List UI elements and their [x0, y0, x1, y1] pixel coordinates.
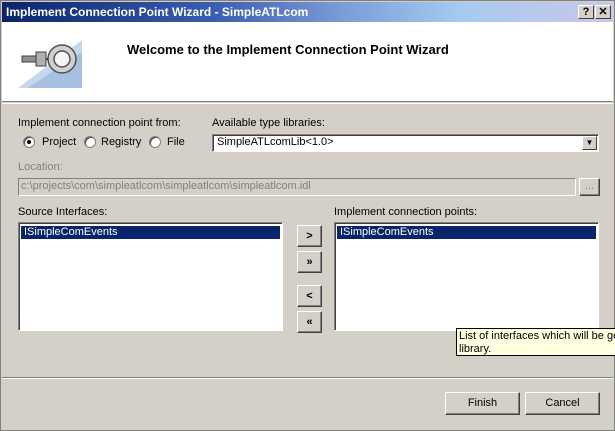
title-bar[interactable]: Implement Connection Point Wizard - Simp… — [2, 2, 613, 22]
typelibs-value: SimpleATLcomLib<1.0> — [217, 136, 334, 148]
radio-project[interactable] — [23, 136, 35, 148]
implement-from-label: Implement connection point from: — [18, 117, 181, 129]
close-button[interactable]: ✕ — [595, 5, 611, 19]
location-field: c:\projects\com\simpleatlcom\simpleatlco… — [18, 178, 576, 196]
window-title: Implement Connection Point Wizard - Simp… — [6, 5, 309, 19]
radio-project-label[interactable]: Project — [42, 136, 76, 148]
finish-button[interactable]: Finish — [445, 392, 520, 415]
radio-file[interactable] — [149, 136, 161, 148]
browse-button: ... — [579, 178, 600, 196]
radio-registry-label[interactable]: Registry — [101, 136, 141, 148]
welcome-heading: Welcome to the Implement Connection Poin… — [127, 42, 449, 57]
add-all-button[interactable]: » — [297, 251, 322, 273]
header-divider — [2, 103, 613, 104]
remove-button[interactable]: < — [297, 285, 322, 307]
source-interfaces-label: Source Interfaces: — [18, 206, 108, 218]
radio-registry[interactable] — [84, 136, 96, 148]
location-label: Location: — [18, 161, 63, 173]
typelibs-dropdown[interactable]: SimpleATLcomLib<1.0> ▼ — [212, 134, 599, 152]
wizard-dialog: Implement Connection Point Wizard - Simp… — [0, 0, 615, 431]
source-interface-item[interactable]: ISimpleComEvents — [21, 226, 280, 239]
implement-points-label: Implement connection points: — [334, 206, 478, 218]
typelibs-label: Available type libraries: — [212, 117, 325, 129]
implement-point-item[interactable]: ISimpleComEvents — [337, 226, 596, 239]
location-value: c:\projects\com\simpleatlcom\simpleatlco… — [21, 180, 311, 192]
tooltip-line-2: library. — [459, 343, 492, 355]
wizard-plug-icon — [18, 32, 82, 88]
wizard-header: Welcome to the Implement Connection Poin… — [2, 22, 613, 102]
tooltip: List of interfaces which will be ge libr… — [456, 328, 615, 356]
footer-separator — [2, 377, 613, 379]
help-button[interactable]: ? — [578, 5, 594, 19]
implement-points-list[interactable]: ISimpleComEvents — [334, 222, 599, 331]
tooltip-line-1: List of interfaces which will be ge — [459, 330, 615, 342]
source-interfaces-list[interactable]: ISimpleComEvents — [18, 222, 283, 331]
add-button[interactable]: > — [297, 225, 322, 247]
remove-all-button[interactable]: « — [297, 311, 322, 333]
chevron-down-icon[interactable]: ▼ — [582, 136, 597, 150]
cancel-button[interactable]: Cancel — [525, 392, 600, 415]
radio-file-label[interactable]: File — [167, 136, 185, 148]
